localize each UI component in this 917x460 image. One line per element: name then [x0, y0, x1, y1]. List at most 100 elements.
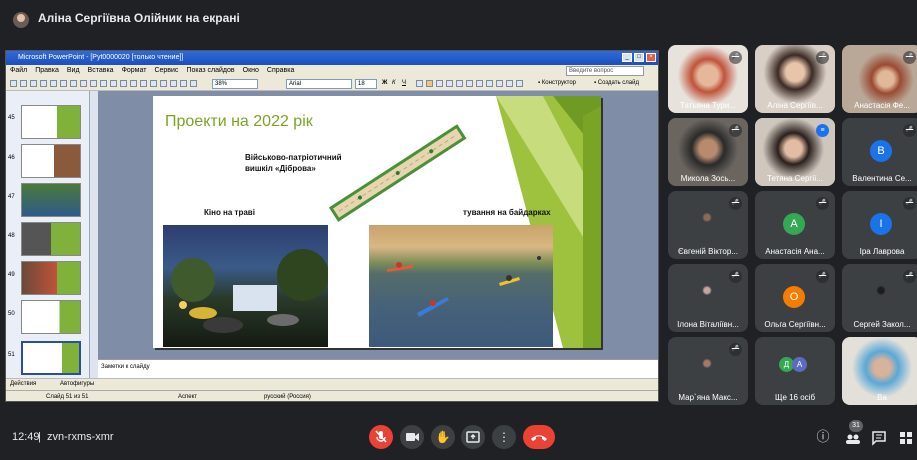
italic-button[interactable]: К	[392, 80, 396, 86]
participant-tile[interactable]: ≡ Тетяна Сергії...	[755, 118, 835, 186]
raise-hand-icon[interactable]: ✋	[431, 425, 455, 449]
participant-tile[interactable]: 🎤 Анастасія Фе...	[842, 45, 917, 113]
participant-tile[interactable]: Ва	[842, 337, 917, 405]
outdent-icon[interactable]	[496, 80, 503, 87]
more-vert-icon[interactable]: ⋮	[492, 425, 516, 449]
cut-icon[interactable]	[70, 80, 77, 87]
preview-icon[interactable]	[50, 80, 57, 87]
participant-tile[interactable]: 🎤 Мар`яна Макс...	[668, 337, 748, 405]
thumb-number: 50	[8, 311, 15, 317]
participant-tile[interactable]: 🎤 Микола Зось...	[668, 118, 748, 186]
save-icon[interactable]	[30, 80, 37, 87]
menu-item-edit[interactable]: Правка	[31, 65, 63, 74]
maximize-icon[interactable]: □	[634, 53, 644, 62]
align-right-icon[interactable]	[446, 80, 453, 87]
menu-item-insert[interactable]: Вставка	[84, 65, 118, 74]
participant-name: Ілона Віталіївн...	[677, 320, 739, 329]
mic-off-icon: 🎤	[903, 124, 916, 137]
underline-button[interactable]: Ч	[402, 80, 406, 86]
help-icon[interactable]	[190, 80, 197, 87]
presenter-label: Аліна Сергіївна Олійник на екрані	[38, 11, 240, 25]
chart-icon[interactable]	[120, 80, 127, 87]
menu-item-format[interactable]: Формат	[118, 65, 151, 74]
participant-name: Ольга Сергіївн...	[764, 320, 826, 329]
slide-editor: Проекти на 2022 рік Військово-патріотичн…	[98, 91, 658, 359]
slide-thumbnail[interactable]	[21, 144, 81, 178]
menu-item-file[interactable]: Файл	[6, 65, 31, 74]
shared-screen: Microsoft PowerPoint - [Pyt0000020 [толь…	[5, 50, 659, 402]
menu-item-window[interactable]: Окно	[239, 65, 263, 74]
font-color-icon[interactable]	[516, 80, 523, 87]
hyperlink-icon[interactable]	[150, 80, 157, 87]
slide-thumbnail[interactable]	[21, 261, 81, 295]
chat-icon[interactable]	[867, 425, 891, 449]
participant-tile[interactable]: 🎤 Євгеній Віктор...	[668, 191, 748, 259]
designer-button[interactable]: ▪ Конструктор	[538, 80, 576, 86]
notes-field[interactable]: Заметки к слайду	[98, 359, 658, 378]
close-icon[interactable]: ×	[646, 53, 656, 62]
columns-icon[interactable]	[140, 80, 147, 87]
format-icon[interactable]	[180, 80, 187, 87]
paste-icon[interactable]	[90, 80, 97, 87]
bullets-icon[interactable]	[466, 80, 473, 87]
slide-thumbnail-selected[interactable]	[21, 341, 81, 375]
new-slide-label: Создать слайд	[597, 80, 639, 86]
participant-tile[interactable]: А 🎤 Анастасія Ана...	[755, 191, 835, 259]
align-center-icon[interactable]	[436, 80, 443, 87]
redo-icon[interactable]	[110, 80, 117, 87]
participant-tile[interactable]: 🎤 Аліна Сергіїв...	[755, 45, 835, 113]
minimize-icon[interactable]: _	[622, 53, 632, 62]
bold-button[interactable]: Ж	[382, 80, 387, 86]
open-file-icon[interactable]	[20, 80, 27, 87]
participant-tile[interactable]: 🎤 Ілона Віталіївн...	[668, 264, 748, 332]
present-icon[interactable]	[461, 425, 485, 449]
slide-canvas[interactable]: Проекти на 2022 рік Військово-патріотичн…	[153, 96, 601, 348]
ask-question-input[interactable]: Введите вопрос	[566, 66, 644, 76]
spelling-icon[interactable]	[60, 80, 67, 87]
participant-tile[interactable]: 🎤 Татьяна Тури...	[668, 45, 748, 113]
designer-label: Конструктор	[541, 80, 577, 86]
actions-menu[interactable]: Действия	[10, 381, 36, 387]
new-file-icon[interactable]	[10, 80, 17, 87]
info-icon[interactable]: ⓘ	[811, 425, 835, 449]
align-left-icon[interactable]	[426, 80, 433, 87]
grayscale-icon[interactable]	[160, 80, 167, 87]
decrease-font-icon[interactable]	[486, 80, 493, 87]
menu-item-tools[interactable]: Сервис	[150, 65, 182, 74]
mic-off-icon: 🎤	[729, 270, 742, 283]
participant-tile[interactable]: Д А Ще 16 осіб	[755, 337, 835, 405]
participant-tile[interactable]: 🎤 Сергей Закол...	[842, 264, 917, 332]
new-slide-button[interactable]: ▪ Создать слайд	[594, 80, 639, 86]
mic-off-icon[interactable]	[369, 425, 393, 449]
mic-off-icon: 🎤	[816, 197, 829, 210]
camera-icon[interactable]	[400, 425, 424, 449]
menu-item-help[interactable]: Справка	[263, 65, 298, 74]
shadow-icon[interactable]	[416, 80, 423, 87]
increase-font-icon[interactable]	[476, 80, 483, 87]
slide-thumbnail[interactable]	[21, 222, 81, 256]
menu-item-slideshow[interactable]: Показ слайдов	[182, 65, 238, 74]
numbering-icon[interactable]	[456, 80, 463, 87]
slide-thumbnail[interactable]	[21, 300, 81, 334]
menu-item-view[interactable]: Вид	[63, 65, 84, 74]
table-icon[interactable]	[130, 80, 137, 87]
autoshapes-menu[interactable]: Автофигуры	[60, 381, 94, 387]
activities-icon[interactable]	[895, 425, 917, 449]
slide-thumbnail[interactable]	[21, 105, 81, 139]
participant-tile[interactable]: В 🎤 Валентина Се...	[842, 118, 917, 186]
call-end-icon[interactable]	[523, 425, 555, 449]
cinema-photo	[163, 225, 328, 347]
print-icon[interactable]	[40, 80, 47, 87]
font-size-select[interactable]: 18	[355, 79, 377, 89]
zoom-select[interactable]: 38%	[212, 79, 258, 89]
participant-tile[interactable]: О 🎤 Ольга Сергіївн...	[755, 264, 835, 332]
participant-tile[interactable]: І 🎤 Іра Лаврова	[842, 191, 917, 259]
thumb-number: 49	[8, 272, 15, 278]
undo-icon[interactable]	[100, 80, 107, 87]
indent-icon[interactable]	[506, 80, 513, 87]
thumbnail-scrollbar[interactable]	[90, 91, 98, 378]
font-select[interactable]: Arial	[286, 79, 352, 89]
expand-icon[interactable]	[170, 80, 177, 87]
slide-thumbnail[interactable]	[21, 183, 81, 217]
copy-icon[interactable]	[80, 80, 87, 87]
